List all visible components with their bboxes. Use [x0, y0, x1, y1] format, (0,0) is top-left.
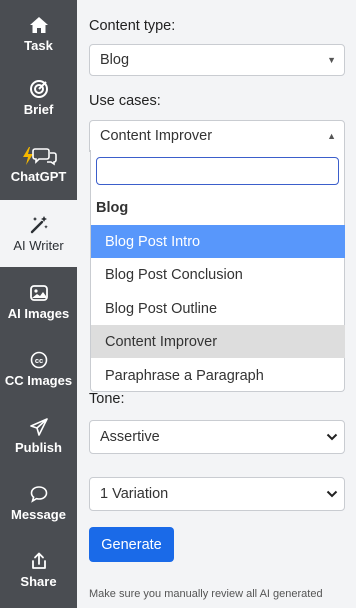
sidebar-item-label: AI Images	[7, 306, 70, 321]
review-disclaimer: Make sure you manually review all AI gen…	[89, 588, 323, 600]
chat-bolt-icon	[17, 145, 61, 167]
send-icon	[28, 416, 50, 438]
dropdown-search-input[interactable]	[96, 157, 339, 185]
sidebar-item-label: CC Images	[4, 373, 73, 388]
content-type-value: Blog	[100, 52, 130, 68]
option-label: Blog Post Intro	[105, 233, 201, 250]
message-icon	[28, 483, 50, 505]
magic-wand-icon	[28, 214, 50, 236]
sidebar-item-task[interactable]: Task	[0, 0, 77, 67]
tone-value: Assertive	[100, 429, 160, 445]
sidebar-item-cc-images[interactable]: cc CC Images	[0, 335, 77, 402]
sidebar-item-share[interactable]: Share	[0, 536, 77, 603]
dropdown-option-content-improver[interactable]: Content Improver	[91, 325, 345, 358]
caret-up-icon: ▲	[327, 131, 336, 141]
sidebar-item-chatgpt[interactable]: ChatGPT	[0, 131, 77, 198]
svg-text:cc: cc	[34, 356, 42, 365]
chevron-down-icon	[326, 429, 338, 445]
variations-select[interactable]: 1 Variation	[89, 477, 345, 511]
content-type-select[interactable]: Blog ▼	[89, 44, 345, 76]
content-type-label: Content type:	[89, 18, 176, 34]
use-cases-dropdown: Blog Blog Post Intro Blog Post Conclusio…	[90, 150, 345, 392]
dropdown-option-paraphrase-a-paragraph[interactable]: Paraphrase a Paragraph	[91, 359, 345, 392]
ai-writer-panel: Content type: Blog ▼ Use cases: Content …	[77, 0, 356, 608]
share-icon	[28, 550, 50, 572]
sidebar-item-label: ChatGPT	[10, 169, 67, 184]
use-cases-label: Use cases:	[89, 93, 161, 109]
image-icon	[28, 282, 50, 304]
sidebar-item-ai-writer[interactable]: AI Writer	[0, 200, 77, 267]
sidebar: Task Brief ChatGPT AI Writer AI Images c…	[0, 0, 77, 608]
dropdown-group-label: Blog	[96, 200, 129, 216]
sidebar-item-publish[interactable]: Publish	[0, 402, 77, 469]
tone-label: Tone:	[89, 391, 125, 407]
use-cases-value: Content Improver	[100, 128, 213, 144]
tone-select[interactable]: Assertive	[89, 420, 345, 454]
home-icon	[28, 14, 50, 36]
option-label: Content Improver	[105, 333, 218, 350]
option-label: Blog Post Outline	[105, 300, 218, 317]
sidebar-item-label: AI Writer	[13, 238, 64, 253]
dropdown-option-blog-post-outline[interactable]: Blog Post Outline	[91, 292, 345, 325]
sidebar-item-label: Message	[11, 507, 66, 522]
sidebar-item-message[interactable]: Message	[0, 469, 77, 536]
caret-down-icon: ▼	[327, 55, 336, 65]
sidebar-item-brief[interactable]: Brief	[0, 64, 77, 131]
dropdown-option-blog-post-conclusion[interactable]: Blog Post Conclusion	[91, 258, 345, 291]
target-icon	[28, 78, 50, 100]
sidebar-item-label: Brief	[23, 102, 54, 117]
variations-value: 1 Variation	[100, 486, 169, 502]
sidebar-item-label: Share	[20, 574, 57, 589]
option-label: Blog Post Conclusion	[105, 266, 243, 283]
chevron-down-icon	[326, 486, 338, 502]
generate-button[interactable]: Generate	[89, 527, 174, 562]
sidebar-item-ai-images[interactable]: AI Images	[0, 268, 77, 335]
cc-icon: cc	[28, 349, 50, 371]
sidebar-item-label: Task	[24, 38, 53, 53]
option-label: Paraphrase a Paragraph	[105, 367, 264, 384]
use-cases-select[interactable]: Content Improver ▲	[89, 120, 345, 152]
dropdown-option-blog-post-intro[interactable]: Blog Post Intro	[91, 225, 345, 258]
sidebar-item-label: Publish	[15, 440, 62, 455]
